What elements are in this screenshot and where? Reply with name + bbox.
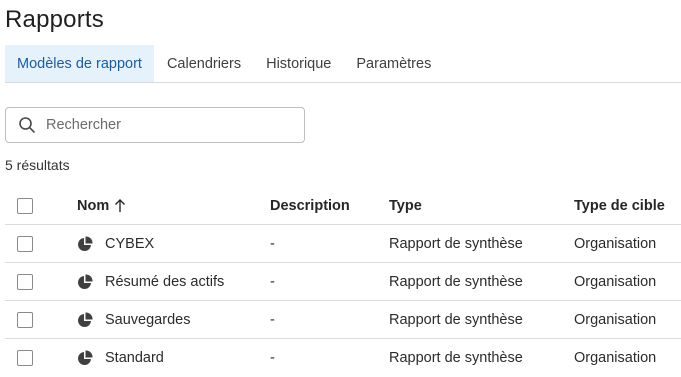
report-target-type: Organisation — [574, 235, 657, 252]
report-templates-table: Nom Description Type Type de cible CYBEX… — [5, 187, 681, 377]
report-description: - — [270, 350, 275, 366]
report-name[interactable]: CYBEX — [105, 236, 154, 252]
report-name[interactable]: Standard — [105, 350, 164, 366]
pie-chart-icon — [77, 350, 93, 366]
column-header-target-type[interactable]: Type de cible — [574, 198, 681, 214]
report-description: - — [270, 273, 275, 290]
row-checkbox[interactable] — [17, 311, 33, 328]
report-type: Rapport de synthèse — [389, 273, 523, 290]
search-box[interactable] — [5, 107, 305, 143]
result-count: 5 résultats — [5, 157, 70, 173]
arrow-up-icon — [114, 198, 126, 213]
table-row[interactable]: Résumé des actifs - Rapport de synthèse … — [5, 263, 681, 301]
select-all-checkbox[interactable] — [17, 197, 33, 214]
table-row[interactable]: CYBEX - Rapport de synthèse Organisation — [5, 225, 681, 263]
tab-bar: Modèles de rapport Calendriers Historiqu… — [5, 45, 681, 83]
report-description: - — [270, 235, 275, 252]
table-row[interactable]: Standard - Rapport de synthèse Organisat… — [5, 339, 681, 377]
column-header-description[interactable]: Description — [270, 198, 389, 214]
tab-history[interactable]: Historique — [254, 45, 343, 82]
report-target-type: Organisation — [574, 311, 657, 328]
column-header-name[interactable]: Nom — [77, 198, 270, 214]
row-checkbox[interactable] — [17, 235, 33, 252]
report-type: Rapport de synthèse — [389, 311, 523, 328]
column-header-type[interactable]: Type — [389, 198, 574, 214]
column-header-name-label: Nom — [77, 197, 110, 214]
row-checkbox[interactable] — [17, 273, 33, 290]
report-type: Rapport de synthèse — [389, 350, 523, 366]
search-input[interactable] — [46, 108, 304, 142]
report-name[interactable]: Sauvegardes — [105, 312, 190, 328]
pie-chart-icon — [77, 273, 93, 290]
search-icon — [18, 116, 36, 134]
page-title: Rapports — [5, 6, 104, 33]
tab-settings[interactable]: Paramètres — [344, 45, 443, 82]
table-row[interactable]: Sauvegardes - Rapport de synthèse Organi… — [5, 301, 681, 339]
report-type: Rapport de synthèse — [389, 235, 523, 252]
pie-chart-icon — [77, 311, 93, 328]
report-name[interactable]: Résumé des actifs — [105, 274, 224, 290]
row-checkbox[interactable] — [17, 350, 33, 366]
pie-chart-icon — [77, 235, 93, 252]
report-target-type: Organisation — [574, 273, 657, 290]
tab-schedules[interactable]: Calendriers — [155, 45, 253, 82]
report-description: - — [270, 311, 275, 328]
report-target-type: Organisation — [574, 350, 657, 366]
tab-report-templates[interactable]: Modèles de rapport — [5, 45, 154, 82]
table-header-row: Nom Description Type Type de cible — [5, 187, 681, 225]
